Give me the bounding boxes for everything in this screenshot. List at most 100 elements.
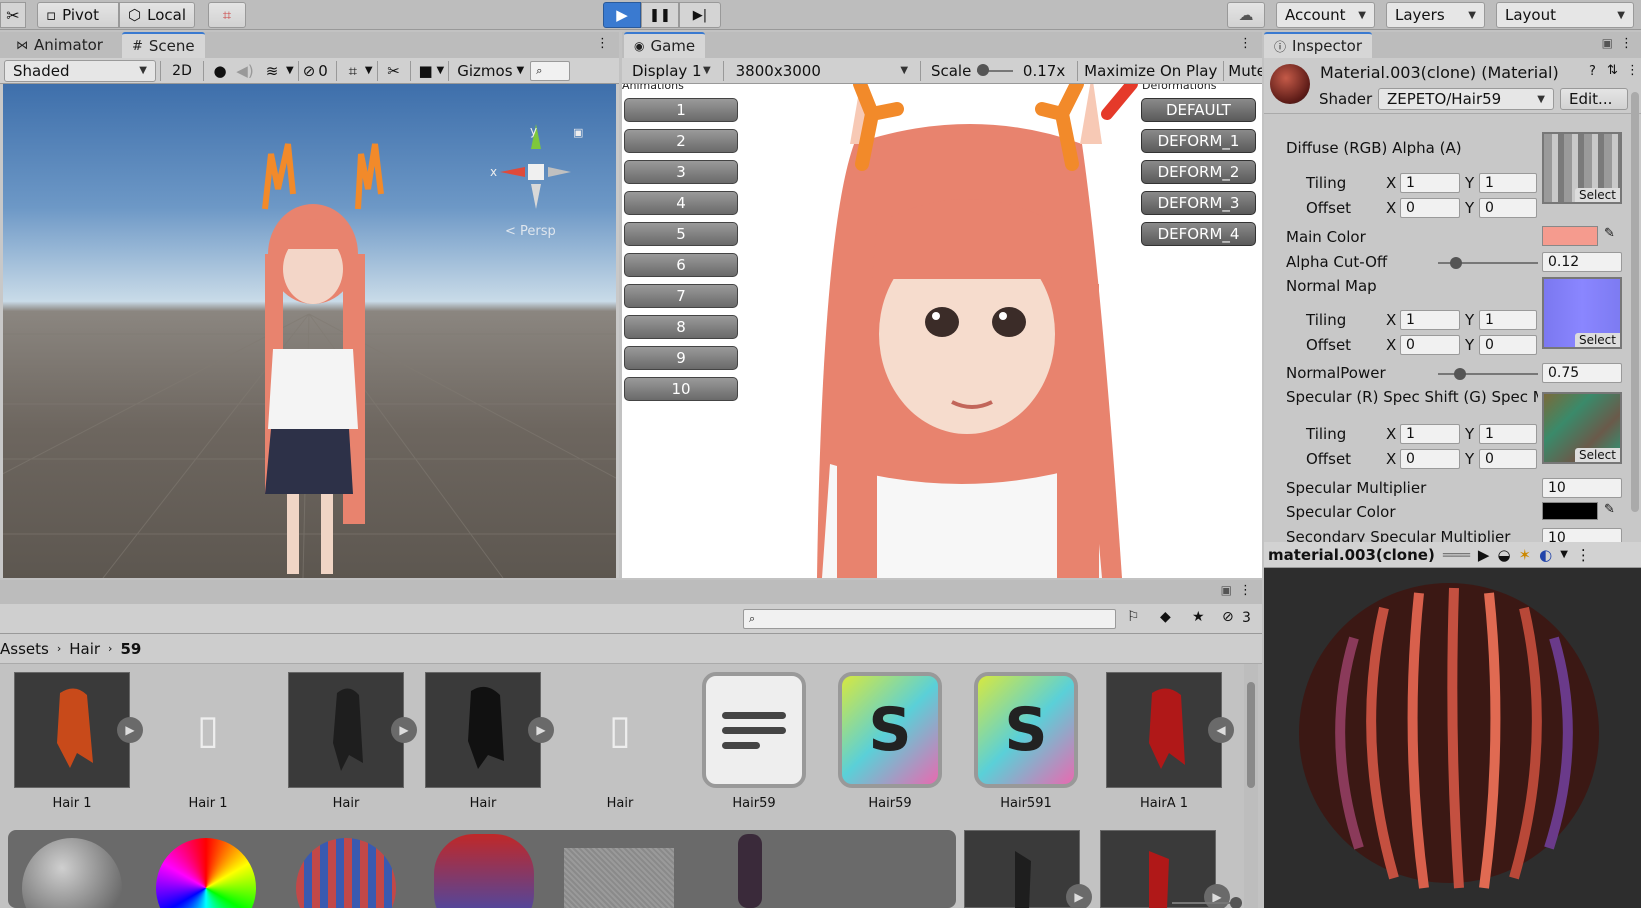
normal-offset-x-field[interactable]: 0 <box>1400 335 1460 355</box>
animation-button-8[interactable]: 8 <box>624 315 738 339</box>
animation-button-2[interactable]: 2 <box>624 129 738 153</box>
deform-button-default[interactable]: DEFAULT <box>1141 98 1256 122</box>
lock-icon[interactable]: ▣ <box>1221 583 1232 597</box>
mute-toggle[interactable]: Mute <box>1228 62 1262 80</box>
deform-button-1[interactable]: DEFORM_1 <box>1141 129 1256 153</box>
diffuse-tiling-x-field[interactable]: 1 <box>1400 173 1460 193</box>
help-icon[interactable]: ? <box>1589 64 1596 79</box>
audio-icon[interactable]: ◀) <box>232 62 258 80</box>
tab-inspector[interactable]: ⓘ Inspector <box>1264 32 1372 58</box>
normal-offset-y-field[interactable]: 0 <box>1479 335 1537 355</box>
hair-model-icon[interactable] <box>434 834 534 908</box>
mesh-icon[interactable]: ◐ <box>1539 546 1552 564</box>
scale-slider-thumb[interactable] <box>977 63 990 76</box>
scrollbar-thumb[interactable] <box>1247 682 1255 788</box>
hair-model-icon[interactable] <box>738 834 762 908</box>
noise-texture-icon[interactable] <box>564 848 674 908</box>
chevron-down-icon[interactable]: ▼ <box>365 65 373 76</box>
inspector-scrollbar[interactable] <box>1631 92 1639 512</box>
alpha-cutoff-slider[interactable] <box>1438 257 1538 269</box>
animation-button-10[interactable]: 10 <box>624 377 738 401</box>
material-sphere-icon[interactable] <box>22 838 122 908</box>
breadcrumb-item[interactable]: Assets <box>0 640 49 658</box>
scene-search-input[interactable]: ⌕ <box>530 60 571 81</box>
step-button[interactable]: ▶| <box>679 2 721 28</box>
filter-type-icon[interactable]: ⚐ <box>1127 609 1140 625</box>
slider-thumb[interactable] <box>1230 897 1242 908</box>
select-button[interactable]: Select <box>1574 188 1620 202</box>
asset-item[interactable]: S <box>838 672 942 788</box>
lighting-icon[interactable]: ● <box>208 62 232 80</box>
animation-button-7[interactable]: 7 <box>624 284 738 308</box>
specular-texture-slot[interactable]: Select <box>1542 392 1622 464</box>
tab-scene[interactable]: # Scene <box>122 32 205 58</box>
eyedropper-icon[interactable]: ✎ <box>1604 226 1615 241</box>
asset-item[interactable] <box>14 672 130 788</box>
camera-icon[interactable]: ■ <box>415 62 437 80</box>
diffuse-tiling-y-field[interactable]: 1 <box>1479 173 1537 193</box>
animation-button-4[interactable]: 4 <box>624 191 738 215</box>
deform-button-4[interactable]: DEFORM_4 <box>1141 222 1256 246</box>
asset-item[interactable] <box>288 672 404 788</box>
expand-arrow-icon[interactable]: ▶ <box>1204 884 1230 908</box>
display-dropdown[interactable]: Display 1 ▼ <box>624 60 719 82</box>
select-button[interactable]: Select <box>1574 448 1620 462</box>
preset-icon[interactable]: ⇅ <box>1607 63 1618 78</box>
asset-item[interactable] <box>1106 672 1222 788</box>
asset-item[interactable]: ▯ <box>150 672 266 788</box>
secondary-spec-field[interactable]: 10 <box>1542 528 1622 542</box>
eyedropper-icon[interactable]: ✎ <box>1604 502 1615 517</box>
shader-dropdown[interactable]: ZEPETO/Hair59 ▼ <box>1378 88 1554 110</box>
breadcrumb-item[interactable]: 59 <box>120 640 141 658</box>
project-scrollbar[interactable] <box>1244 664 1258 908</box>
normal-power-slider[interactable] <box>1438 368 1538 380</box>
sphere-icon[interactable]: ◒ <box>1497 546 1510 564</box>
spec-tiling-y-field[interactable]: 1 <box>1479 424 1537 444</box>
expand-arrow-icon[interactable]: ▶ <box>528 717 554 743</box>
more-icon[interactable]: ⋮ <box>1626 63 1639 78</box>
deform-button-2[interactable]: DEFORM_2 <box>1141 160 1256 184</box>
asset-item[interactable] <box>702 672 806 788</box>
asset-item[interactable] <box>425 672 541 788</box>
scale-slider[interactable] <box>977 63 1013 76</box>
diffuse-offset-y-field[interactable]: 0 <box>1479 198 1537 218</box>
chevron-down-icon[interactable]: ▼ <box>286 65 294 76</box>
deform-button-3[interactable]: DEFORM_3 <box>1141 191 1256 215</box>
shading-dropdown[interactable]: Shaded ▼ <box>4 59 156 82</box>
animation-button-6[interactable]: 6 <box>624 253 738 277</box>
local-button[interactable]: ⬡ Local <box>119 2 195 28</box>
inspector-menu-icon[interactable]: ⋮ <box>1620 36 1633 51</box>
animation-button-9[interactable]: 9 <box>624 346 738 370</box>
spec-multiplier-field[interactable]: 10 <box>1542 478 1622 498</box>
normal-tiling-x-field[interactable]: 1 <box>1400 310 1460 330</box>
maximize-on-play-toggle[interactable]: Maximize On Play <box>1084 62 1217 80</box>
scene-viewport[interactable]: y x < Persp ▣ <box>3 84 616 578</box>
favorite-star-icon[interactable]: ★ <box>1192 609 1205 625</box>
spec-color-swatch[interactable] <box>1542 502 1598 520</box>
asset-item[interactable] <box>1100 830 1216 908</box>
normal-map-texture-slot[interactable]: Select <box>1542 277 1622 349</box>
expand-arrow-icon[interactable]: ▶ <box>1066 884 1092 908</box>
gizmos-label[interactable]: Gizmos <box>457 62 512 80</box>
play-icon[interactable]: ▶ <box>1478 546 1490 564</box>
hidden-packages-icon[interactable]: ⊘ <box>1222 609 1234 625</box>
pivot-button[interactable]: ▫ Pivot <box>37 2 119 28</box>
expand-arrow-icon[interactable]: ▶ <box>391 717 417 743</box>
preview-menu-icon[interactable]: ⋮ <box>1576 546 1591 564</box>
tab-game[interactable]: ◉ Game <box>624 32 706 58</box>
2d-toggle[interactable]: 2D <box>165 63 199 79</box>
drag-handle[interactable]: ═══ <box>1443 546 1470 564</box>
lock-icon[interactable]: ▣ <box>1602 36 1613 50</box>
persp-label[interactable]: < Persp <box>505 224 556 239</box>
animation-button-3[interactable]: 3 <box>624 160 738 184</box>
spec-offset-x-field[interactable]: 0 <box>1400 449 1460 469</box>
visibility-icon[interactable]: ⊘ <box>303 62 316 80</box>
zoom-slider[interactable] <box>1172 897 1242 908</box>
tab-animator[interactable]: ⋈ Animator <box>6 32 113 58</box>
slider-thumb[interactable] <box>1450 257 1462 269</box>
effects-icon[interactable]: ≋ <box>258 62 286 80</box>
normal-tiling-y-field[interactable]: 1 <box>1479 310 1537 330</box>
grid-snap-button[interactable]: ⌗ <box>208 2 246 28</box>
light-icon[interactable]: ✶ <box>1519 546 1532 564</box>
resolution-dropdown[interactable]: 3800x3000 ▼ <box>728 60 916 82</box>
